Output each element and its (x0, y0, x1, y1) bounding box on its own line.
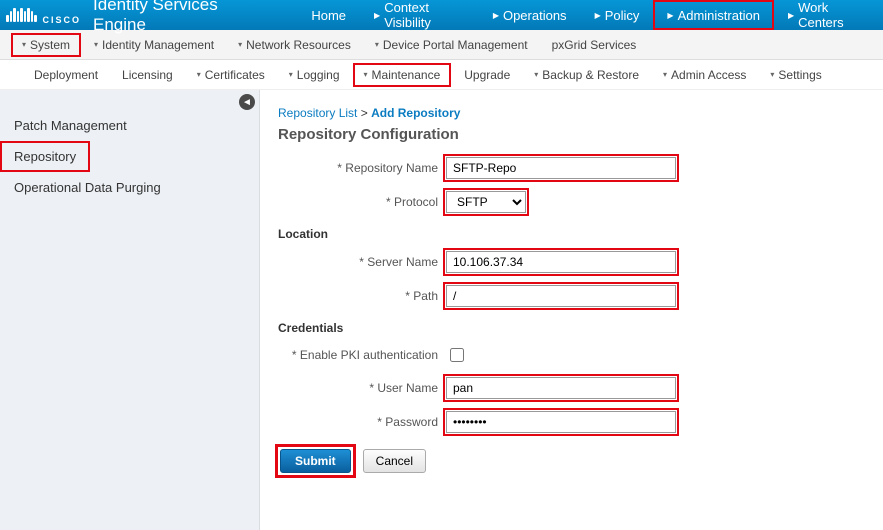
password-label: * Password (278, 415, 438, 429)
username-label: * User Name (278, 381, 438, 395)
top-nav: Home ▶ Context Visibility ▶ Operations ▶ Polic… (297, 0, 879, 30)
nav-label: Maintenance (372, 68, 441, 82)
path-input[interactable] (446, 285, 676, 307)
nav-label: Network Resources (246, 38, 351, 52)
topnav-label: Context Visibility (384, 0, 465, 30)
subsub-item-deployment[interactable]: Deployment (24, 64, 108, 86)
password-input[interactable] (446, 411, 676, 433)
subsub-item-settings[interactable]: ▾ Settings (760, 64, 831, 86)
breadcrumb: Repository List > Add Repository (278, 106, 859, 120)
path-label: * Path (278, 289, 438, 303)
caret-down-icon: ▾ (94, 40, 98, 49)
sub-item-system[interactable]: ▾ System (12, 34, 80, 56)
button-row: Submit Cancel (278, 447, 859, 475)
caret-down-icon: ▾ (663, 70, 667, 79)
topnav-label: Policy (605, 8, 640, 23)
sidebar-item-repository[interactable]: Repository (0, 141, 90, 172)
pki-checkbox[interactable] (450, 348, 464, 362)
topnav-item-policy[interactable]: ▶ Policy (581, 0, 654, 30)
caret-down-icon: ▾ (534, 70, 538, 79)
nav-label: Licensing (122, 68, 173, 82)
nav-label: Device Portal Management (383, 38, 528, 52)
caret-down-icon: ▾ (375, 40, 379, 49)
nav-label: Deployment (34, 68, 98, 82)
nav-label: Identity Management (102, 38, 214, 52)
topnav-item-work-centers[interactable]: ▶ Work Centers (774, 0, 879, 30)
product-name: Identity Services Engine (93, 0, 267, 35)
sidebar: ◄ Patch ManagementRepositoryOperational … (0, 90, 260, 530)
topnav-label: Work Centers (798, 0, 865, 30)
subsub-item-backup-restore[interactable]: ▾ Backup & Restore (524, 64, 649, 86)
topnav-label: Operations (503, 8, 567, 23)
pki-label: * Enable PKI authentication (278, 348, 438, 362)
subsub-item-upgrade[interactable]: Upgrade (454, 64, 520, 86)
sub-item-pxgrid-services[interactable]: pxGrid Services (542, 34, 647, 56)
nav-label: Certificates (205, 68, 265, 82)
username-input[interactable] (446, 377, 676, 399)
nav-label: System (30, 38, 70, 52)
caret-icon: ▶ (374, 11, 380, 20)
cisco-text: CISCO (43, 16, 82, 25)
top-bar: CISCO Identity Services Engine Home▶Cont… (0, 0, 883, 30)
topnav-label: Administration (678, 8, 760, 23)
submit-button[interactable]: Submit (280, 449, 351, 473)
breadcrumb-parent[interactable]: Repository List (278, 106, 357, 120)
nav-label: pxGrid Services (552, 38, 637, 52)
breadcrumb-sep: > (361, 106, 368, 120)
caret-icon: ▶ (595, 11, 601, 20)
repo-name-input[interactable] (446, 157, 676, 179)
caret-down-icon: ▾ (238, 40, 242, 49)
main-content: Repository List > Add Repository Reposit… (260, 90, 883, 530)
caret-down-icon: ▾ (22, 40, 26, 49)
caret-icon: ▶ (493, 11, 499, 20)
subsub-item-licensing[interactable]: Licensing (112, 64, 183, 86)
location-heading: Location (278, 227, 859, 241)
topnav-item-context-visibility[interactable]: ▶ Context Visibility (360, 0, 479, 30)
server-name-input[interactable] (446, 251, 676, 273)
subsub-item-logging[interactable]: ▾ Logging (279, 64, 350, 86)
nav-label: Admin Access (671, 68, 746, 82)
topnav-item-operations[interactable]: ▶ Operations (479, 0, 581, 30)
credentials-heading: Credentials (278, 321, 859, 335)
subsub-item-maintenance[interactable]: ▾ Maintenance (354, 64, 451, 86)
admin-subnav: ▾ System ▾ Identity Management ▾ Network Reso… (0, 30, 883, 60)
nav-label: Backup & Restore (542, 68, 639, 82)
caret-down-icon: ▾ (364, 70, 368, 79)
sub-item-identity-management[interactable]: ▾ Identity Management (84, 34, 224, 56)
caret-down-icon: ▾ (770, 70, 774, 79)
protocol-label: * Protocol (278, 195, 438, 209)
breadcrumb-current: Add Repository (371, 106, 460, 120)
subsub-item-certificates[interactable]: ▾ Certificates (187, 64, 275, 86)
nav-label: Logging (297, 68, 340, 82)
repo-name-label: * Repository Name (278, 161, 438, 175)
sidebar-item-patch-management[interactable]: Patch Management (0, 110, 259, 141)
topnav-item-home[interactable]: Home (297, 0, 360, 30)
topnav-label: Home (311, 8, 346, 23)
sub-item-network-resources[interactable]: ▾ Network Resources (228, 34, 361, 56)
caret-down-icon: ▾ (289, 70, 293, 79)
cancel-button[interactable]: Cancel (363, 449, 426, 473)
sidebar-item-operational-data-purging[interactable]: Operational Data Purging (0, 172, 259, 203)
caret-down-icon: ▾ (197, 70, 201, 79)
subsub-item-admin-access[interactable]: ▾ Admin Access (653, 64, 756, 86)
nav-label: Upgrade (464, 68, 510, 82)
protocol-select[interactable]: SFTP (446, 191, 526, 213)
topnav-item-administration[interactable]: ▶ Administration (653, 0, 774, 30)
cisco-logo-icon (4, 8, 39, 22)
server-name-label: * Server Name (278, 255, 438, 269)
system-subnav: Deployment Licensing ▾ Certificates ▾ Logging… (0, 60, 883, 90)
sub-item-device-portal-management[interactable]: ▾ Device Portal Management (365, 34, 538, 56)
sidebar-collapse-icon[interactable]: ◄ (239, 94, 255, 110)
caret-icon: ▶ (667, 11, 673, 20)
nav-label: Settings (778, 68, 821, 82)
page-title: Repository Configuration (278, 126, 859, 143)
caret-icon: ▶ (788, 11, 794, 20)
